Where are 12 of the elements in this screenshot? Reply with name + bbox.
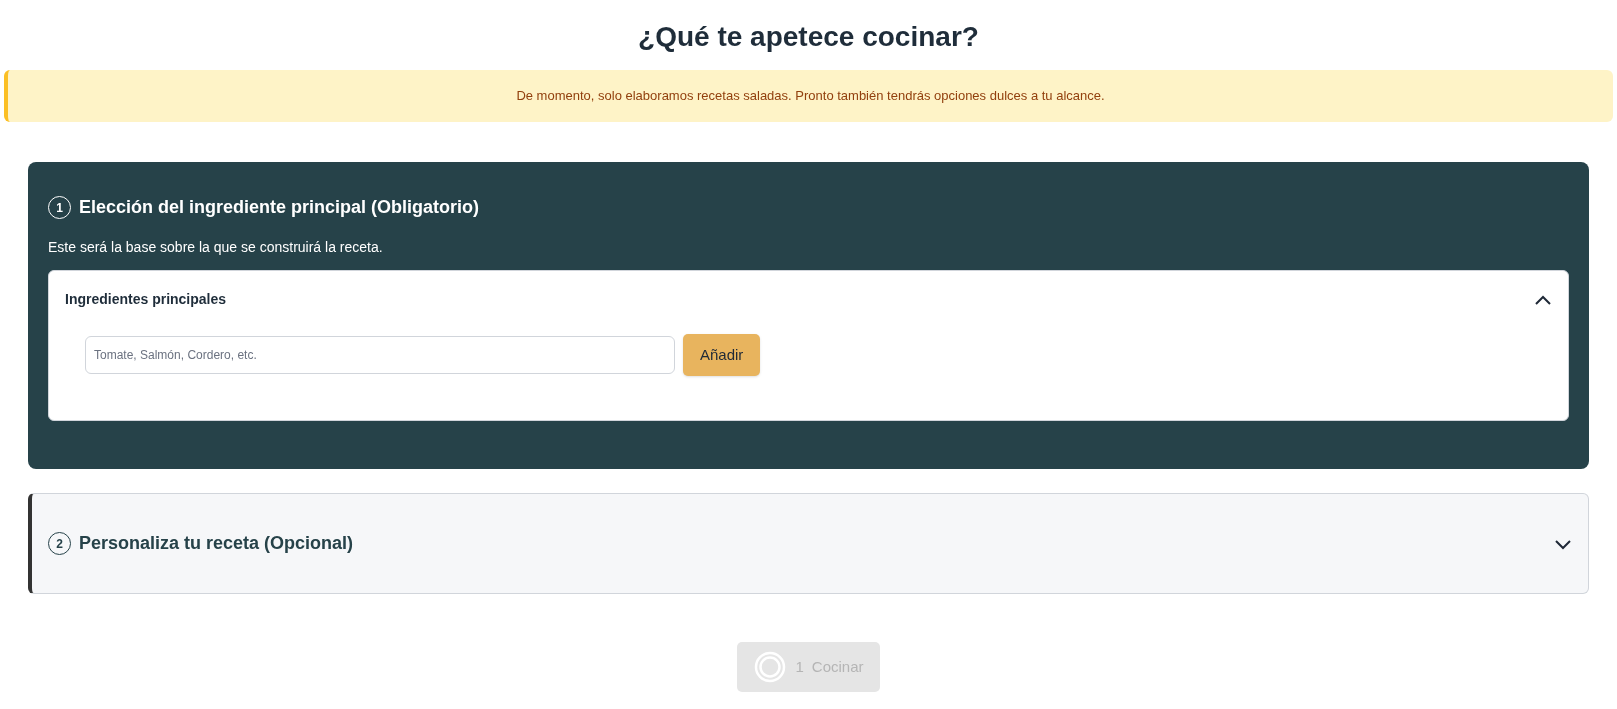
step-description: Este será la base sobre la que se construirá la receta. [48,238,384,257]
ingredient-input[interactable]: Tomate, Salmón, Cordero, etc. [85,336,675,374]
plate-icon [753,650,788,684]
panel-title: Ingredientes principales [65,290,227,309]
add-button[interactable]: Añadir [683,334,761,376]
page-title: ¿Qué te apetece cocinar? [638,20,979,54]
chevron-up-icon[interactable] [1534,293,1552,306]
step-title: Personaliza tu receta (Opcional) [79,532,354,555]
step-card[interactable]: 2 Personaliza tu receta (Opcional) [28,493,1589,594]
notice-banner: De momento, solo elaboramos recetas saladas. Pronto también tendrás opciones dulces a tu alcance. [4,70,1613,122]
step-title: Elección del ingrediente principal (Obligatorio) [79,196,480,219]
chevron-down-icon[interactable] [1554,537,1572,550]
